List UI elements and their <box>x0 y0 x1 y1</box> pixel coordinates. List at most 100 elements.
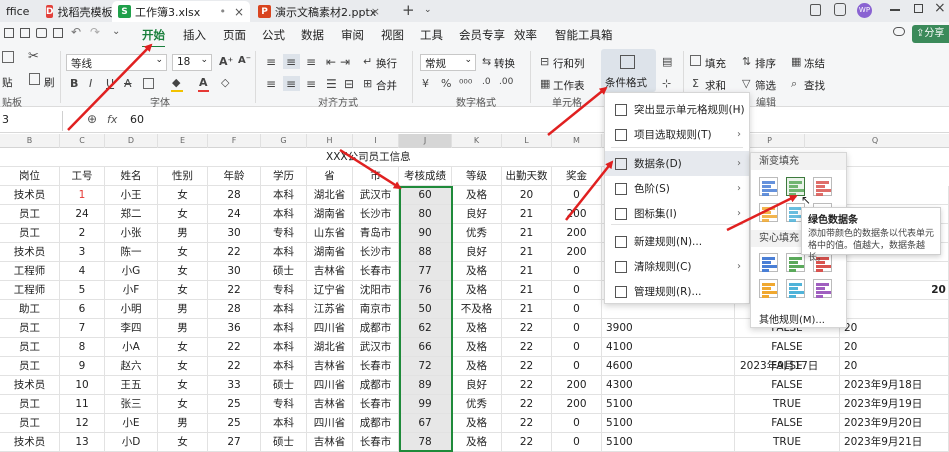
table-cell[interactable] <box>840 186 949 205</box>
table-cell[interactable]: 24 <box>60 205 105 224</box>
more-rules-item[interactable]: 其他规则(M)... <box>759 311 825 326</box>
tab-workbook[interactable]: S 工作簿3.xlsx • × <box>112 1 250 22</box>
table-cell[interactable]: 女 <box>158 376 208 395</box>
zoom-icon[interactable]: ⊕ <box>87 112 97 126</box>
table-cell[interactable]: 助工 <box>0 300 60 319</box>
column-header[interactable]: E <box>158 134 208 148</box>
align-center-icon[interactable]: ≡ <box>286 77 296 91</box>
table-cell[interactable]: 24 <box>208 205 261 224</box>
font-shrink-icon[interactable]: A⁻ <box>238 55 251 66</box>
table-cell[interactable]: 4300 <box>602 376 735 395</box>
table-cell[interactable]: 吉林省 <box>307 262 353 281</box>
header-cell[interactable]: 省 <box>307 167 353 186</box>
distributed-icon[interactable]: ⊟ <box>344 77 354 91</box>
table-cell[interactable]: 200 <box>552 243 602 262</box>
menu-tools[interactable]: 工具 <box>420 27 443 43</box>
table-cell[interactable]: 员工 <box>0 338 60 357</box>
align-right-icon[interactable]: ≡ <box>306 77 316 91</box>
table-cell[interactable]: 200 <box>552 376 602 395</box>
table-cell[interactable]: 长春市 <box>353 357 399 376</box>
cond-menu-item[interactable]: 色阶(S) › <box>605 176 749 201</box>
table-cell[interactable]: 专科 <box>261 224 307 243</box>
cond-menu-item[interactable]: 新建规则(N)... <box>605 229 749 254</box>
table-cell[interactable]: 女 <box>158 395 208 414</box>
table-cell[interactable]: 山东省 <box>307 224 353 243</box>
menu-home[interactable]: 开始 <box>142 27 165 48</box>
table-cell[interactable]: 本科 <box>261 414 307 433</box>
table-cell[interactable]: 36 <box>208 319 261 338</box>
table-cell[interactable]: 女 <box>158 281 208 300</box>
table-cell[interactable]: 5100 <box>602 414 735 433</box>
cond-menu-item[interactable]: 清除规则(C) › <box>605 254 749 279</box>
close-icon[interactable]: × <box>234 5 244 19</box>
header-cell[interactable]: 工号 <box>60 167 105 186</box>
menu-page[interactable]: 页面 <box>223 27 246 43</box>
table-cell[interactable]: 湖北省 <box>307 186 353 205</box>
table-cell[interactable]: 0 <box>552 262 602 281</box>
table-cell[interactable]: 20 <box>840 357 949 376</box>
rows-cols-icon[interactable]: ⊟ <box>540 55 549 68</box>
table-cell[interactable]: 12 <box>60 414 105 433</box>
table-cell[interactable]: 30 <box>208 262 261 281</box>
maximize-icon[interactable] <box>914 4 923 13</box>
table-cell[interactable]: 20 <box>502 186 552 205</box>
convert-icon[interactable]: ⇆ <box>482 55 491 68</box>
table-cell[interactable]: 技术员 <box>0 376 60 395</box>
header-cell[interactable]: 等级 <box>452 167 502 186</box>
table-cell[interactable]: 南京市 <box>353 300 399 319</box>
undo-icon[interactable]: ↶ <box>71 25 81 39</box>
table-cell[interactable] <box>840 300 949 319</box>
menu-member[interactable]: 会员专享 <box>459 27 505 43</box>
number-format-select[interactable]: 常规 ⌄ <box>420 54 476 71</box>
format-painter[interactable]: 刷 <box>44 75 55 90</box>
cond-menu-item[interactable]: 数据条(D) › <box>605 151 749 176</box>
find-button[interactable]: 查找 <box>804 78 825 93</box>
table-cell[interactable]: 0 <box>552 319 602 338</box>
table-cell[interactable]: 11 <box>60 395 105 414</box>
table-cell[interactable]: 200 <box>552 224 602 243</box>
edge-cell[interactable]: 20 <box>928 281 949 300</box>
table-style-icon[interactable]: ⊹ <box>662 77 671 90</box>
italic-icon[interactable]: I <box>89 77 92 90</box>
wrap-button[interactable]: 换行 <box>376 56 397 71</box>
table-cell[interactable]: 本科 <box>261 357 307 376</box>
column-header[interactable]: D <box>105 134 158 148</box>
solid-databar-option[interactable] <box>813 279 832 298</box>
table-cell[interactable]: 30 <box>208 224 261 243</box>
table-cell[interactable]: 湖南省 <box>307 205 353 224</box>
table-cell[interactable]: 及格 <box>452 186 502 205</box>
window-icon[interactable] <box>810 4 821 16</box>
sort-button[interactable]: 排序 <box>755 56 776 71</box>
table-cell[interactable]: 四川省 <box>307 376 353 395</box>
table-cell[interactable]: 21 <box>502 262 552 281</box>
date-cell[interactable]: 2023年9月17日 <box>740 357 840 376</box>
sort-icon[interactable]: ⇅ <box>742 55 751 68</box>
table-cell[interactable]: 22 <box>502 319 552 338</box>
table-cell[interactable]: 及格 <box>452 433 502 452</box>
table-cell[interactable]: 长沙市 <box>353 205 399 224</box>
table-cell[interactable]: 辽宁省 <box>307 281 353 300</box>
table-cell[interactable]: 女 <box>158 357 208 376</box>
table-cell[interactable]: 22 <box>502 338 552 357</box>
close-icon[interactable]: × <box>371 5 380 18</box>
justify-icon[interactable]: ☰ <box>326 77 337 91</box>
table-cell[interactable]: 0 <box>552 186 602 205</box>
sum-icon[interactable]: Σ <box>692 77 699 90</box>
table-cell[interactable]: 良好 <box>452 205 502 224</box>
table-cell[interactable]: 本科 <box>261 205 307 224</box>
copy-icon[interactable] <box>29 73 40 85</box>
print-icon[interactable] <box>36 28 47 38</box>
align-left-icon[interactable]: ≡ <box>266 77 276 91</box>
column-header[interactable]: Q <box>840 134 910 148</box>
menu-insert[interactable]: 插入 <box>183 27 206 43</box>
percent-icon[interactable]: % <box>441 77 451 90</box>
table-cell[interactable]: 33 <box>208 376 261 395</box>
table-cell[interactable]: 小A <box>105 338 158 357</box>
table-cell[interactable]: 女 <box>158 186 208 205</box>
table-cell[interactable]: 女 <box>158 262 208 281</box>
name-box[interactable]: 3 <box>0 113 60 129</box>
column-header-selected[interactable]: J <box>399 134 452 148</box>
table-cell[interactable]: 3900 <box>602 319 735 338</box>
table-cell[interactable]: 长春市 <box>353 262 399 281</box>
table-cell[interactable]: 0 <box>552 338 602 357</box>
